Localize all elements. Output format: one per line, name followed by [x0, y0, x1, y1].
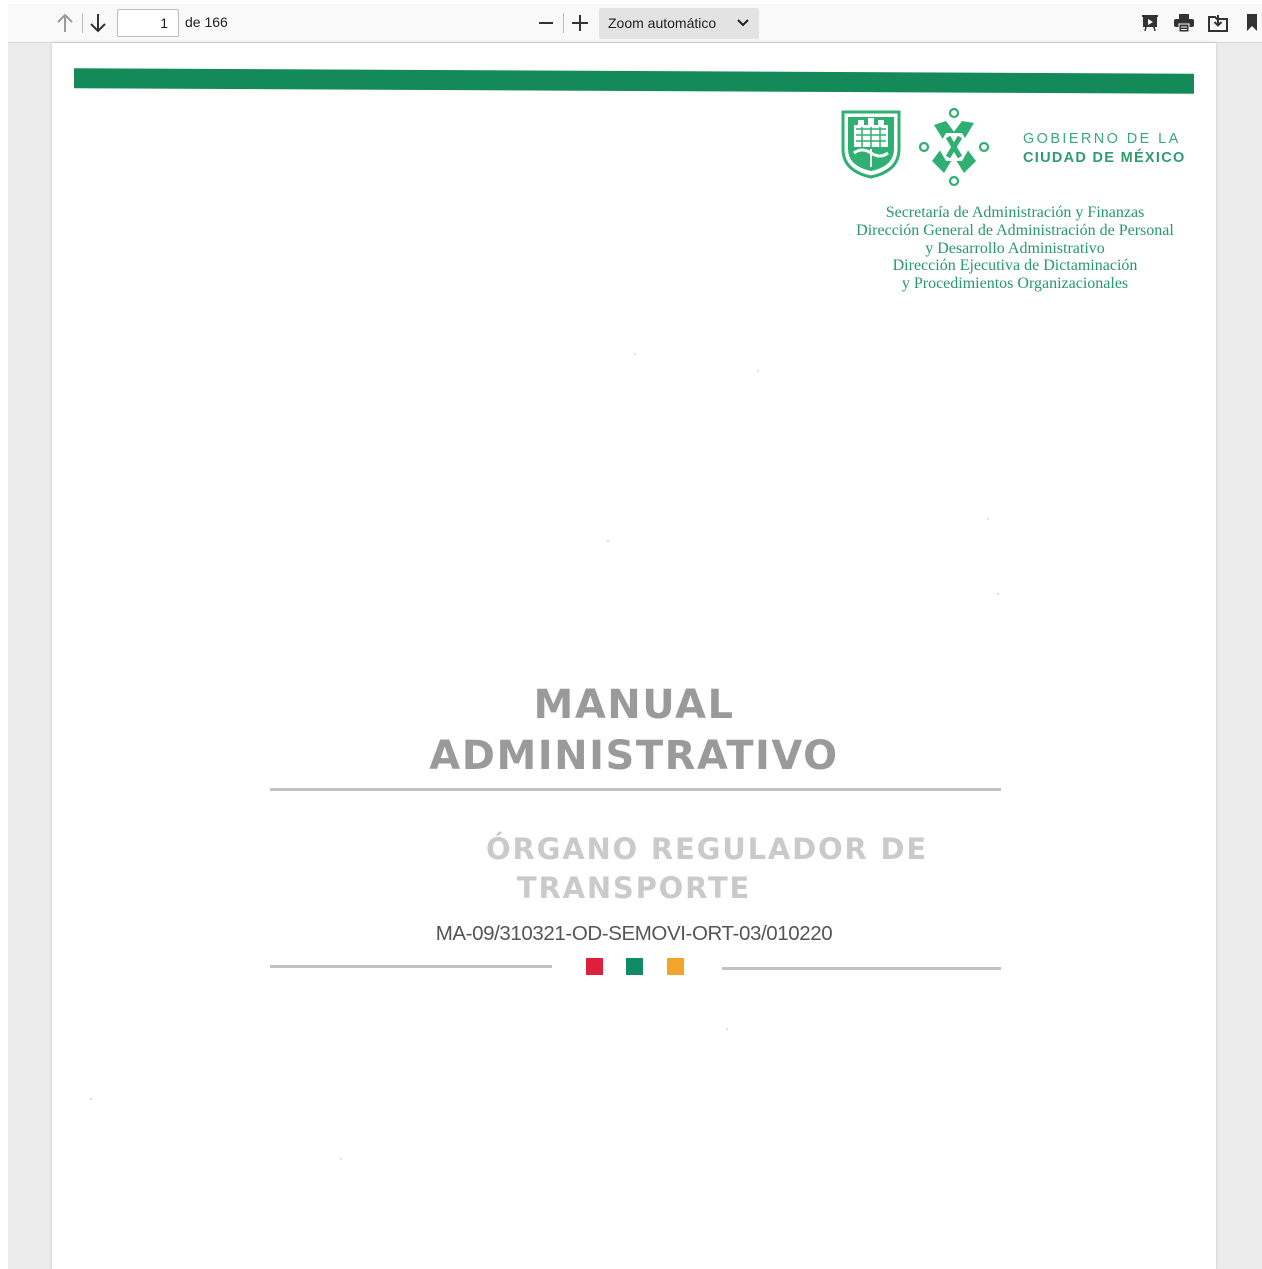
- scan-speck: [997, 593, 999, 595]
- government-name-line1: GOBIERNO DE LA: [1023, 131, 1181, 147]
- document-subtitle-line1: ÓRGANO REGULADOR DE: [486, 832, 928, 866]
- document-code: MA-09/310321-OD-SEMOVI-ORT-03/010220: [435, 922, 833, 945]
- zoom-out-button[interactable]: [532, 9, 560, 37]
- print-icon: [1174, 14, 1194, 32]
- arrow-down-icon: [90, 14, 106, 33]
- government-name-line2: CIUDAD DE MÉXICO: [1023, 150, 1186, 166]
- department-line: Dirección Ejecutiva de Dictaminación: [892, 257, 1138, 275]
- orange-square-mark: [667, 958, 684, 975]
- bookmark-icon: [1247, 14, 1257, 31]
- green-square-mark: [626, 958, 643, 975]
- scan-speck: [90, 1098, 92, 1100]
- scan-speck: [340, 1158, 342, 1160]
- title-divider: [270, 788, 1001, 791]
- presentation-mode-button[interactable]: [1136, 9, 1164, 37]
- cdmx-shield-icon: [841, 110, 901, 179]
- department-line: Dirección General de Administración de P…: [856, 221, 1174, 239]
- department-block: Secretaría de Administración y Finanzas …: [830, 204, 1200, 293]
- department-line: y Procedimientos Organizacionales: [901, 275, 1129, 293]
- document-title-line2: ADMINISTRATIVO: [429, 733, 839, 779]
- page-count-label: de 166: [185, 14, 228, 30]
- save-button[interactable]: [1204, 9, 1232, 37]
- document-subtitle-line2: TRANSPORTE: [516, 871, 752, 905]
- document-title-line1: MANUAL: [533, 682, 735, 728]
- print-button[interactable]: [1170, 9, 1198, 37]
- save-icon: [1208, 15, 1228, 32]
- scan-speck: [987, 518, 989, 520]
- previous-page-button[interactable]: [51, 9, 79, 37]
- scan-speck: [607, 540, 609, 542]
- scan-speck: [757, 370, 759, 372]
- arrow-up-icon: [57, 13, 73, 32]
- scan-speck: [726, 1028, 728, 1030]
- zoom-in-icon: [572, 15, 588, 31]
- chevron-down-icon: [737, 19, 749, 27]
- toolbar-separator: [82, 13, 83, 33]
- bottom-divider-left: [270, 965, 552, 968]
- zoom-in-button[interactable]: [566, 9, 594, 37]
- cdmx-logo-icon: [918, 107, 990, 187]
- zoom-select-value: Zoom automático: [608, 15, 717, 31]
- bottom-divider-right: [722, 967, 1001, 970]
- zoom-select[interactable]: Zoom automático: [599, 8, 759, 39]
- zoom-out-icon: [539, 22, 553, 24]
- pdf-page: GOBIERNO DE LA CIUDAD DE MÉXICO Secretar…: [52, 43, 1216, 1269]
- document-viewer[interactable]: GOBIERNO DE LA CIUDAD DE MÉXICO Secretar…: [8, 43, 1262, 1269]
- next-page-button[interactable]: [84, 9, 112, 37]
- red-square-mark: [586, 958, 603, 975]
- page-number-input[interactable]: 1: [117, 9, 179, 37]
- department-line: y Desarrollo Administrativo: [925, 239, 1105, 257]
- presentation-icon: [1142, 15, 1158, 32]
- department-line: Secretaría de Administración y Finanzas: [885, 204, 1145, 221]
- toolbar-separator: [563, 13, 564, 33]
- bookmark-button[interactable]: [1238, 9, 1262, 37]
- scan-speck: [634, 353, 636, 355]
- pdf-toolbar: 1 de 166 Zoom automático: [8, 4, 1262, 43]
- header-green-bar: [74, 68, 1194, 94]
